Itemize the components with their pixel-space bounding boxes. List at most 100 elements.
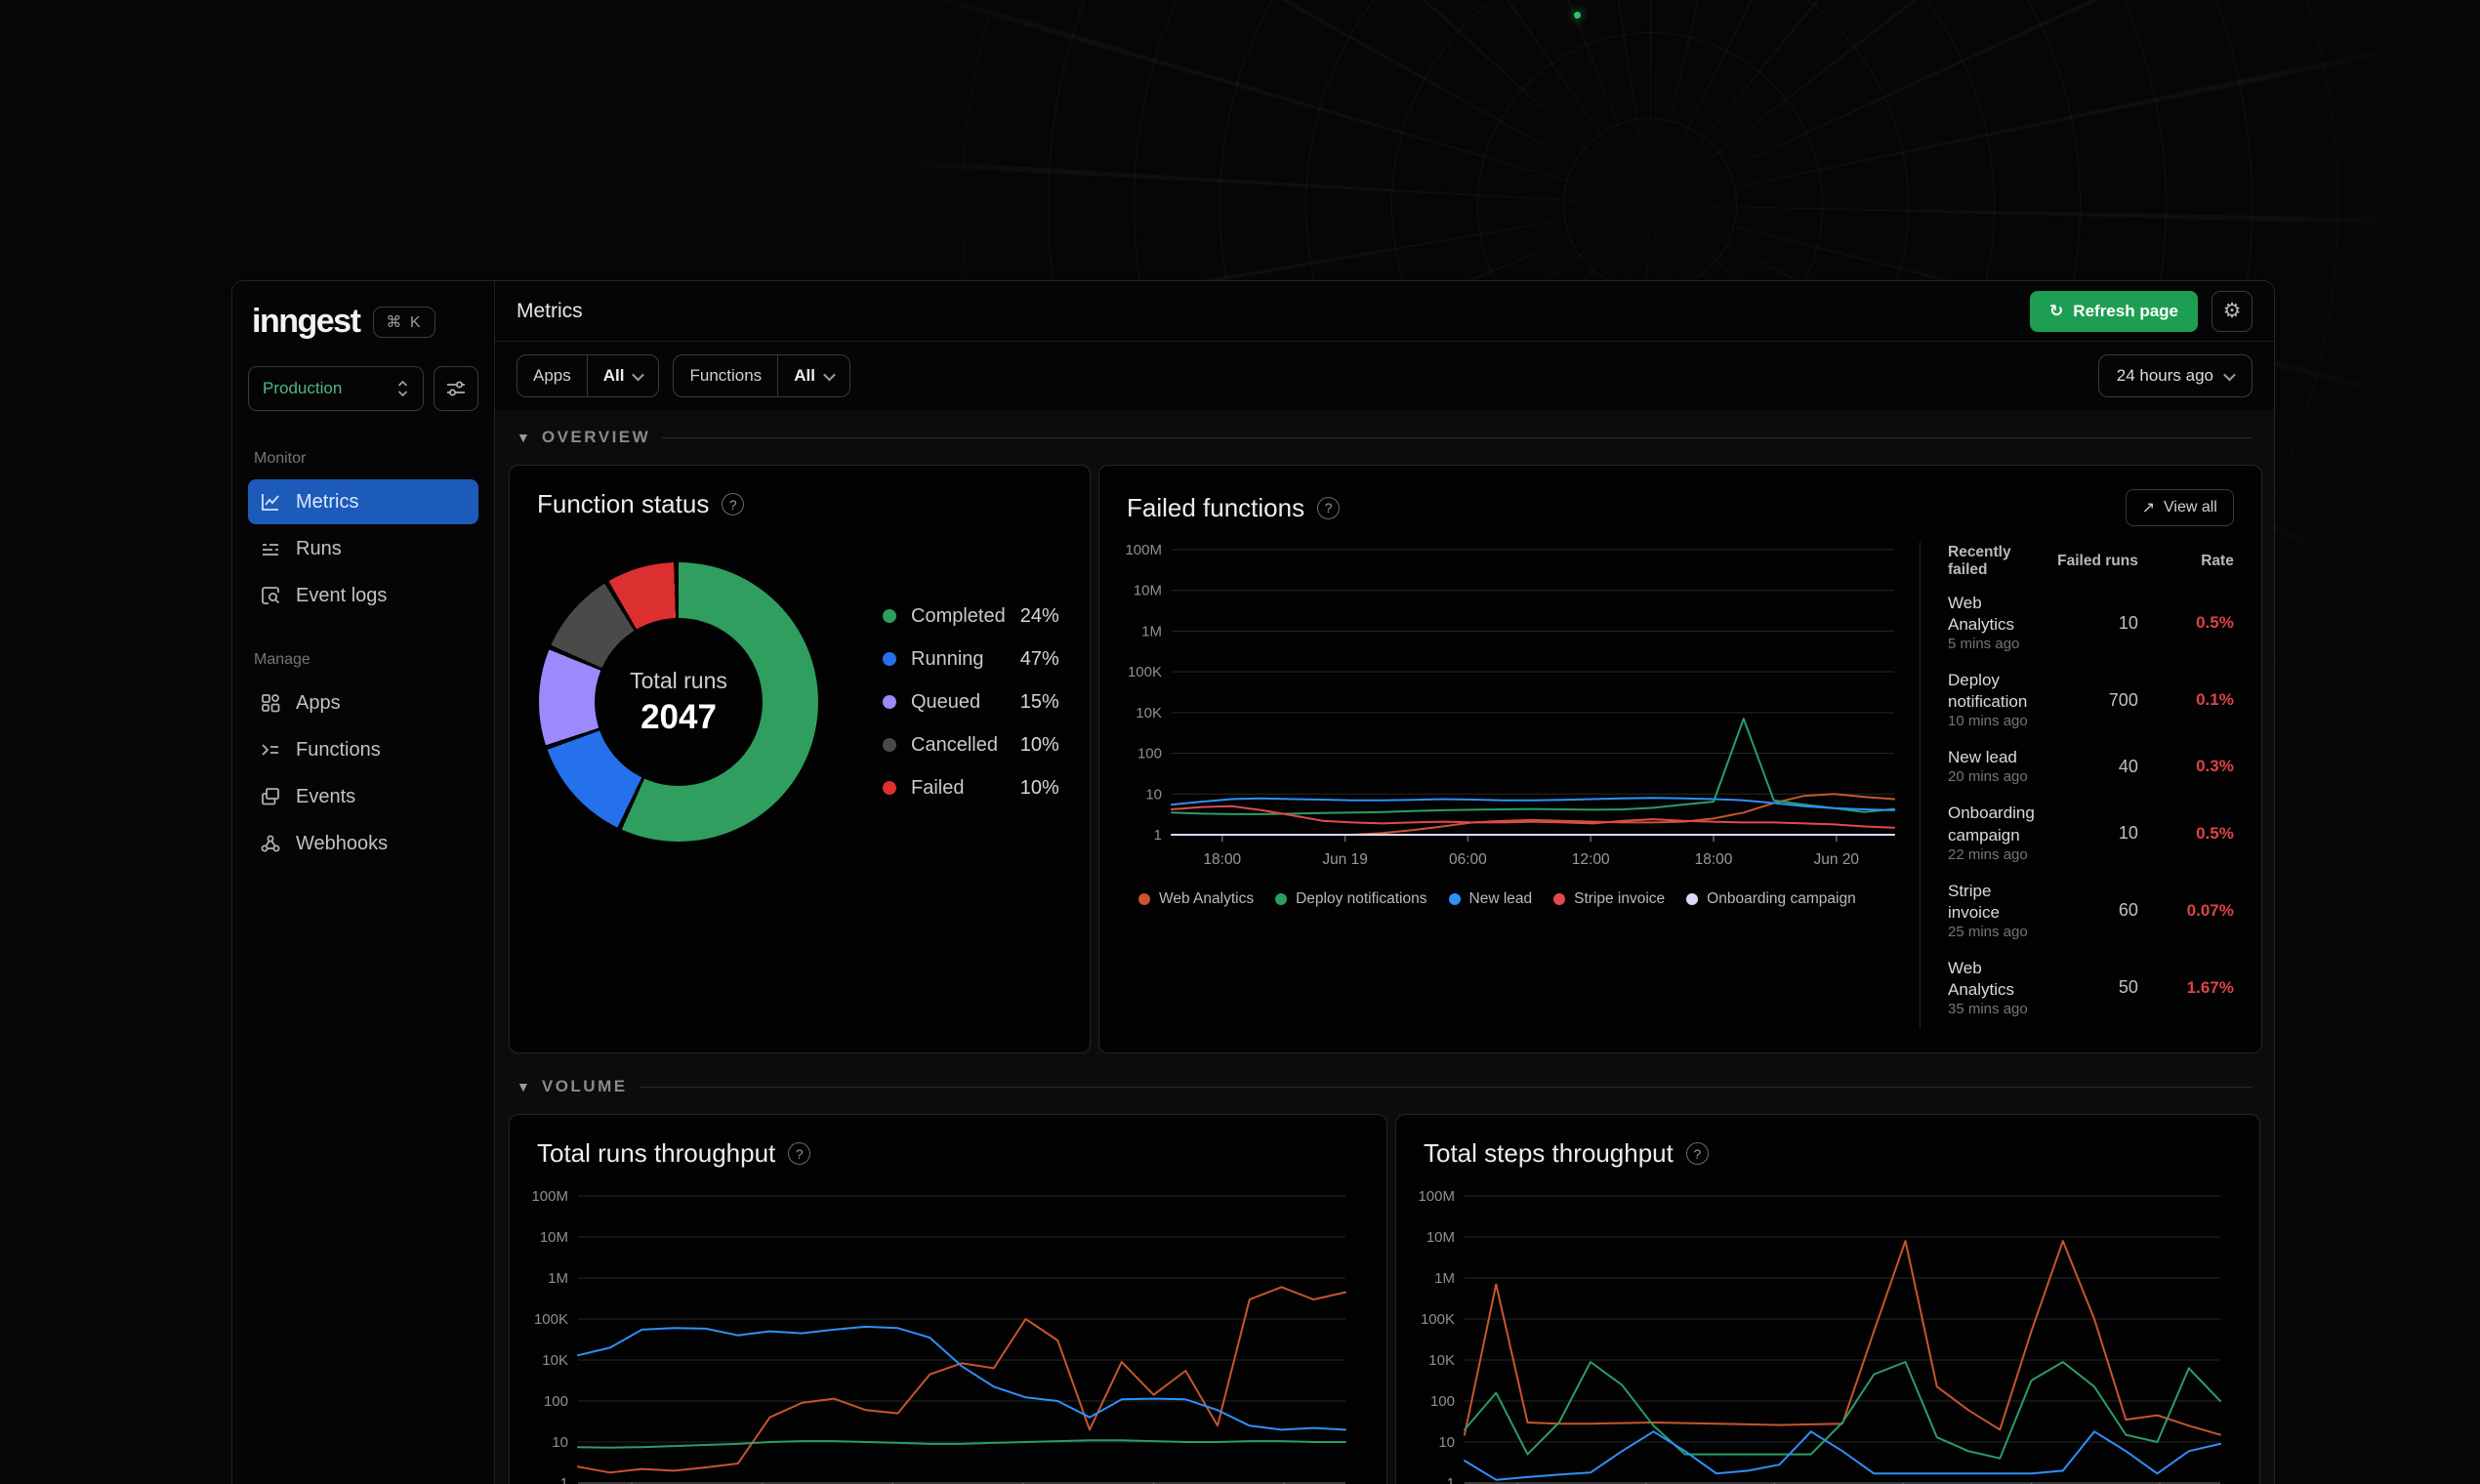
- sliders-icon: [447, 381, 465, 396]
- sidebar-item-metrics[interactable]: Metrics: [248, 479, 478, 524]
- volume-section-toggle[interactable]: ▼ VOLUME: [509, 1077, 2260, 1096]
- overview-section-label: OVERVIEW: [541, 428, 651, 446]
- help-icon[interactable]: ?: [1317, 496, 1341, 519]
- refresh-icon: ↻: [2049, 301, 2064, 320]
- topbar: Metrics ↻ Refresh page ⚙: [495, 281, 2274, 342]
- col-rate: Rate: [2201, 553, 2234, 569]
- time-range-select[interactable]: 24 hours ago: [2097, 354, 2253, 397]
- environment-filter-button[interactable]: [434, 366, 478, 411]
- failed-runs: 60: [2118, 900, 2138, 921]
- status-pct: 10%: [1019, 776, 1059, 799]
- apps-grid-icon: [260, 692, 281, 714]
- y-axis-label: 1: [1447, 1475, 1455, 1484]
- failed-runs: 700: [2108, 689, 2138, 710]
- legend-label: Stripe invoice: [1574, 890, 1666, 907]
- help-icon[interactable]: ?: [788, 1142, 811, 1166]
- function-status-donut: Total runs 2047: [539, 562, 818, 842]
- help-icon[interactable]: ?: [722, 493, 745, 515]
- nav-section-monitor: Monitor: [254, 450, 307, 467]
- y-axis-label: 10M: [1426, 1229, 1455, 1246]
- table-row[interactable]: New lead 20 mins ago 40 0.3%: [1948, 747, 2234, 786]
- y-axis-label: 10K: [1428, 1352, 1455, 1369]
- series-line: [1464, 1361, 2221, 1460]
- total-steps-throughput-panel: Total steps throughput ? 100M 10M 1M 100K 10…: [1395, 1114, 2260, 1484]
- y-axis-label: 1: [560, 1475, 568, 1484]
- status-pct: 10%: [1019, 733, 1059, 756]
- y-axis-label: 10K: [1136, 705, 1162, 721]
- y-axis-label: 10: [1145, 786, 1162, 803]
- apps-filter[interactable]: Apps All: [517, 354, 660, 397]
- legend-dot: [1138, 893, 1150, 905]
- failure-rate: 0.5%: [2196, 823, 2234, 843]
- webhooks-icon: [260, 833, 281, 854]
- status-legend-item: Cancelled 10%: [883, 734, 1059, 757]
- total-steps-chart: 100M10M1M100K10K10010118:00Jun 1906:0012…: [1418, 1188, 2221, 1484]
- y-axis-label: 10M: [540, 1229, 568, 1246]
- function-name: New lead: [1948, 748, 2017, 767]
- y-axis-label: 10: [552, 1434, 568, 1451]
- y-axis-label: 100K: [1128, 664, 1162, 680]
- failure-rate: 0.1%: [2196, 690, 2234, 710]
- table-row[interactable]: Web Analytics 5 mins ago 10 0.5%: [1948, 593, 2234, 653]
- functions-filter-label: Functions: [674, 355, 779, 396]
- dashboard-content: ▼ OVERVIEW Function status ? Total runs: [495, 410, 2274, 1484]
- table-row[interactable]: Onboarding campaign 22 mins ago 10 0.5%: [1948, 803, 2234, 863]
- sidebar: inngest ⌘ K Production Monitor Metrics R…: [232, 281, 495, 1484]
- failed-functions-legend: Web Analytics Deploy notifications New l…: [1115, 881, 1906, 908]
- y-axis-label: 100: [544, 1393, 568, 1410]
- x-axis-label: Jun 19: [1322, 851, 1368, 868]
- series-line: [577, 1439, 1346, 1449]
- y-axis-label: 100K: [534, 1311, 568, 1328]
- table-row[interactable]: Web Analytics 35 mins ago 50 1.67%: [1948, 958, 2234, 1018]
- sidebar-item-label: Runs: [296, 537, 342, 559]
- status-name: Running: [911, 647, 984, 670]
- events-copy-icon: [260, 786, 281, 807]
- function-name: Web Analytics: [1948, 958, 2015, 999]
- y-axis-label: 100M: [1125, 542, 1162, 558]
- failed-runs: 40: [2118, 756, 2138, 776]
- sidebar-item-functions[interactable]: Functions: [248, 727, 478, 772]
- sidebar-item-events[interactable]: Events: [248, 774, 478, 819]
- overview-section-toggle[interactable]: ▼ OVERVIEW: [509, 428, 2260, 447]
- legend-item: Deploy notifications: [1275, 890, 1427, 908]
- runs-list-icon: [260, 538, 281, 559]
- functions-filter[interactable]: Functions All: [673, 354, 850, 397]
- status-legend-item: Failed 10%: [883, 777, 1059, 800]
- recently-failed-table: Recently failed Failed runs Rate Web Ana…: [1926, 536, 2242, 1035]
- legend-dot: [1448, 893, 1461, 905]
- failed-time: 10 mins ago: [1948, 713, 2028, 730]
- section-divider: [662, 436, 2253, 438]
- x-axis-label: Jun 20: [1814, 851, 1860, 868]
- sidebar-item-runs[interactable]: Runs: [248, 526, 478, 571]
- sidebar-item-webhooks[interactable]: Webhooks: [248, 821, 478, 866]
- y-axis-label: 10K: [542, 1352, 568, 1369]
- chevron-down-icon: [823, 368, 836, 381]
- app-window: inngest ⌘ K Production Monitor Metrics R…: [231, 280, 2275, 1484]
- status-name: Cancelled: [911, 733, 998, 756]
- total-steps-throughput-title: Total steps throughput: [1424, 1138, 1674, 1169]
- status-legend-item: Running 47%: [883, 648, 1059, 671]
- help-icon[interactable]: ?: [1685, 1142, 1709, 1166]
- settings-button[interactable]: ⚙: [2211, 290, 2253, 332]
- inngest-logo: inngest: [252, 303, 361, 340]
- environment-selector[interactable]: Production: [248, 366, 424, 411]
- legend-dot: [1275, 893, 1288, 905]
- sidebar-item-label: Webhooks: [296, 832, 389, 854]
- filter-bar: Apps All Functions All 24 hours ago: [495, 342, 2274, 410]
- legend-item: Stripe invoice: [1553, 890, 1665, 908]
- failed-runs: 10: [2118, 612, 2138, 633]
- y-axis-label: 10: [1438, 1434, 1455, 1451]
- failed-runs: 50: [2118, 977, 2138, 998]
- table-row[interactable]: Deploy notification 10 mins ago 700 0.1%: [1948, 670, 2234, 730]
- command-k-shortcut-badge: ⌘ K: [373, 306, 435, 338]
- sidebar-item-event-logs[interactable]: Event logs: [248, 573, 478, 618]
- table-row[interactable]: Stripe invoice 25 mins ago 60 0.07%: [1948, 881, 2234, 941]
- function-status-panel: Function status ? Total runs 2047 Comple…: [509, 465, 1091, 1054]
- function-status-title: Function status: [537, 489, 710, 518]
- sidebar-item-apps[interactable]: Apps: [248, 680, 478, 725]
- col-failed-runs: Failed runs: [2057, 553, 2138, 569]
- view-all-button[interactable]: ↗ View all: [2125, 489, 2234, 526]
- failed-time: 35 mins ago: [1948, 1001, 2028, 1018]
- refresh-page-button[interactable]: ↻ Refresh page: [2030, 290, 2198, 332]
- total-runs-chart: 100M10M1M100K10K10010118:00Jun 1906:0012…: [531, 1188, 1346, 1484]
